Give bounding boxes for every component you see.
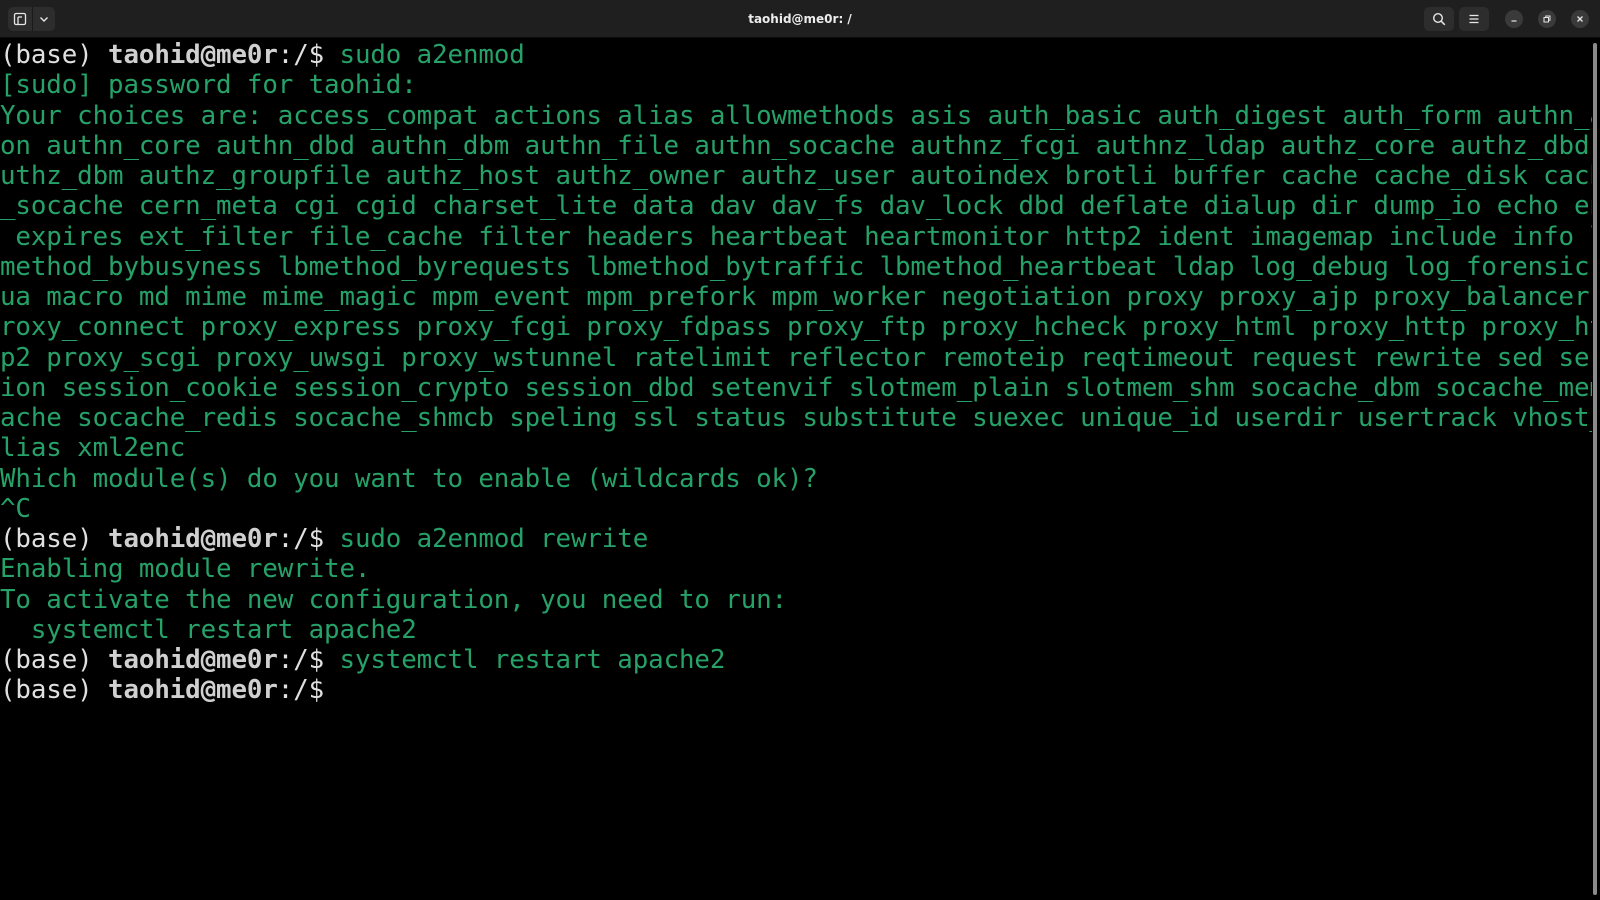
output-line: systemctl restart apache2: [0, 614, 417, 645]
new-tab-button[interactable]: [8, 7, 32, 31]
output-line: _socache cern_meta cgi cgid charset_lite…: [0, 191, 1592, 222]
prompt-user-host: taohid@me0r: [108, 41, 278, 70]
output-line: ion session_cookie session_crypto sessio…: [0, 372, 1592, 403]
output-line: [sudo] password for taohid:: [0, 70, 417, 101]
title-bar: taohid@me0r: /: [0, 0, 1600, 38]
output-line: ua macro md mime mime_magic mpm_event mp…: [0, 282, 1592, 312]
restore-button[interactable]: [1538, 10, 1556, 28]
terminal-scrollbar[interactable]: [1592, 41, 1600, 900]
prompt-env: (base): [0, 645, 109, 675]
restore-icon: [1543, 15, 1551, 23]
prompt-env: (base): [0, 41, 109, 70]
scrollbar-thumb[interactable]: [1593, 43, 1597, 895]
chevron-down-icon: [40, 17, 48, 22]
output-line: To activate the new configuration, you n…: [0, 584, 787, 615]
prompt-user-host: taohid@me0r: [108, 524, 278, 554]
command-text: sudo a2enmod: [339, 41, 525, 70]
output-line: Which module(s) do you want to enable (w…: [0, 463, 818, 494]
prompt-line: (base) taohid@me0r:/$ sudo a2enmod: [0, 41, 525, 70]
close-button[interactable]: [1571, 10, 1589, 28]
search-icon: [1432, 12, 1446, 26]
prompt-user-host: taohid@me0r: [108, 645, 278, 675]
prompt-path: :/$: [277, 645, 340, 675]
output-line: method_bybusyness lbmethod_byrequests lb…: [0, 251, 1592, 282]
close-icon: [1577, 16, 1583, 22]
output-line: p2 proxy_scgi proxy_uwsgi proxy_wstunnel…: [0, 342, 1592, 373]
prompt-user-host: taohid@me0r: [108, 675, 278, 706]
terminal-output[interactable]: (base) taohid@me0r:/$ sudo a2enmod [sudo]…: [0, 41, 1592, 900]
prompt-path: :/$: [277, 41, 340, 70]
hamburger-menu-icon: [1469, 14, 1479, 24]
prompt-line: (base) taohid@me0r:/$ sudo a2enmod rewri…: [0, 524, 648, 554]
tab-menu-button[interactable]: [32, 7, 55, 31]
prompt-env: (base): [0, 675, 109, 706]
output-line: roxy_connect proxy_express proxy_fcgi pr…: [0, 312, 1592, 343]
search-button[interactable]: [1424, 7, 1454, 31]
minimize-button[interactable]: [1505, 10, 1523, 28]
prompt-path: :/$: [277, 675, 340, 706]
output-line: ^C: [0, 493, 31, 524]
prompt-line: (base) taohid@me0r:/$ systemctl restart …: [0, 645, 725, 675]
command-text: sudo a2enmod rewrite: [339, 524, 649, 554]
prompt-path: :/$: [277, 524, 340, 554]
minimize-icon: [1511, 20, 1517, 22]
output-line: Your choices are: access_compat actions …: [0, 100, 1592, 131]
main-menu-button[interactable]: [1459, 7, 1489, 31]
command-text: systemctl restart apache2: [339, 645, 726, 675]
new-tab-icon: [13, 12, 27, 26]
window-title: taohid@me0r: /: [748, 12, 852, 26]
output-line: lias xml2enc: [0, 433, 186, 464]
prompt-line: (base) taohid@me0r:/$: [0, 675, 340, 705]
prompt-env: (base): [0, 524, 109, 554]
output-line: uthz_dbm authz_groupfile authz_host auth…: [0, 161, 1592, 191]
output-line: on authn_core authn_dbd authn_dbm authn_…: [0, 130, 1592, 161]
output-line: expires ext_filter file_cache filter hea…: [0, 221, 1592, 252]
output-line: ache socache_redis socache_shmcb speling…: [0, 403, 1592, 433]
output-line: Enabling module rewrite.: [0, 554, 371, 585]
